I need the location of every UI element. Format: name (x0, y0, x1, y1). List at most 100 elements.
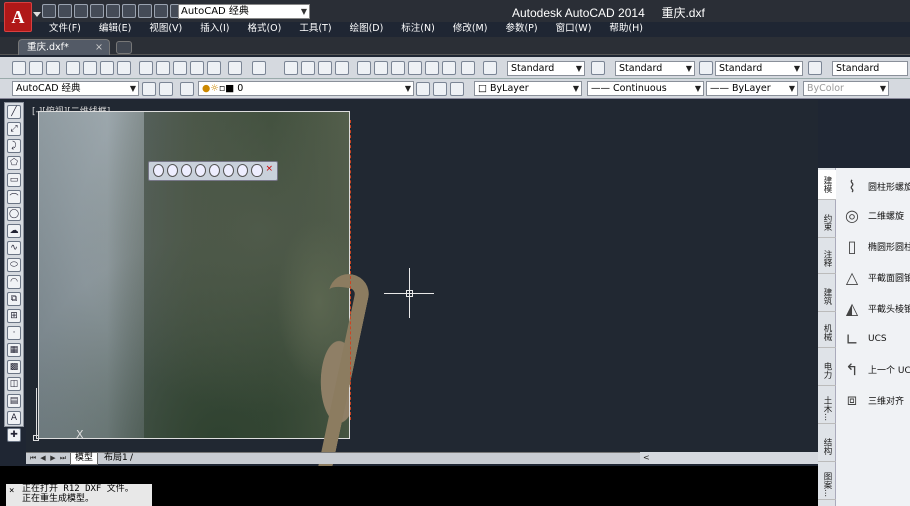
ellipse-icon[interactable]: ⬭ (7, 258, 21, 272)
walk-icon[interactable] (237, 164, 249, 177)
ellipse-arc-icon[interactable]: ◠ (7, 275, 21, 289)
lineweight-select[interactable]: —— ByLayer ▼ (706, 81, 798, 96)
properties-icon[interactable] (357, 61, 371, 75)
palette-tab-constraints[interactable]: 约束 (818, 208, 836, 238)
make-current-layer-icon[interactable] (416, 82, 430, 96)
scroll-left-icon[interactable]: < (643, 453, 650, 462)
revision-cloud-icon[interactable]: ☁ (7, 224, 21, 238)
palette-item-helix-cylinder[interactable]: ⌇ 圆柱形螺旋 (842, 175, 910, 197)
table-style-select[interactable]: Standard ▼ (715, 61, 803, 76)
save-icon[interactable] (46, 61, 60, 75)
zoom-previous-icon[interactable] (335, 61, 349, 75)
circle-icon[interactable]: ◯ (7, 207, 21, 221)
prev-layout-icon[interactable]: ◀ (39, 454, 47, 463)
palette-tab-architecture[interactable]: 建筑 (818, 282, 836, 312)
palette-tab-mechanical[interactable]: 机械 (818, 318, 836, 348)
horizontal-scrollbar[interactable]: < (640, 452, 818, 464)
redo-icon[interactable] (252, 61, 266, 75)
rectangle-icon[interactable]: ▭ (7, 173, 21, 187)
match-properties-icon[interactable] (190, 61, 204, 75)
point-icon[interactable]: · (7, 326, 21, 340)
open-icon[interactable] (29, 61, 43, 75)
palette-tab-electrical[interactable]: 电力 (818, 356, 836, 386)
construction-line-icon[interactable]: ⤢ (7, 122, 21, 136)
dim-style-select[interactable]: Standard ▼ (615, 61, 695, 76)
plotstyle-select[interactable]: ByColor ▼ (803, 81, 889, 96)
hatch-icon[interactable]: ▦ (7, 343, 21, 357)
menu-draw[interactable]: 绘图(D) (341, 22, 393, 36)
palette-item-elliptical-cylinder[interactable]: ▯ 椭圆形圆柱 (842, 235, 910, 257)
layer-state-icon[interactable] (450, 82, 464, 96)
command-history[interactable]: × 正在打开 R12 DXF 文件。 正在重生成模型。 (6, 484, 152, 506)
tool-palettes-icon[interactable] (391, 61, 405, 75)
menu-tools[interactable]: 工具(T) (290, 22, 340, 36)
palette-tab-annotation[interactable]: 注释 (818, 244, 836, 274)
gradient-icon[interactable]: ▩ (7, 360, 21, 374)
view-3d-icon[interactable] (153, 164, 165, 177)
design-center-icon[interactable] (374, 61, 388, 75)
save-icon[interactable] (74, 4, 88, 18)
orbit-icon[interactable] (167, 164, 179, 177)
line-icon[interactable]: ╱ (7, 105, 21, 119)
zoom-window-icon[interactable] (318, 61, 332, 75)
app-menu-chevron-icon[interactable] (33, 12, 41, 17)
redo-icon[interactable] (154, 4, 168, 18)
markup-icon[interactable] (425, 61, 439, 75)
menu-edit[interactable]: 编辑(E) (90, 22, 140, 36)
print-icon[interactable] (106, 4, 120, 18)
menu-insert[interactable]: 插入(I) (191, 22, 238, 36)
linetype-select[interactable]: —— Continuous ▼ (587, 81, 704, 96)
undo-dropdown-icon[interactable] (138, 4, 152, 18)
publish-icon[interactable] (100, 61, 114, 75)
new-icon[interactable] (12, 61, 26, 75)
layer-properties-icon[interactable] (180, 82, 194, 96)
menu-parametric[interactable]: 参数(P) (496, 22, 546, 36)
palette-item-3d-align[interactable]: ⧈ 三维对齐 (842, 389, 910, 411)
make-block-icon[interactable]: ⊞ (7, 309, 21, 323)
text-style-select[interactable]: Standard ▼ (507, 61, 585, 76)
insert-block-icon[interactable]: ⧉ (7, 292, 21, 306)
palette-item-ucs[interactable]: ∟ UCS (842, 328, 910, 350)
add-selected-icon[interactable]: ✚ (7, 428, 21, 442)
close-command-icon[interactable]: × (9, 486, 14, 496)
continuous-orbit-icon[interactable] (195, 164, 207, 177)
application-menu-button[interactable]: A (4, 2, 32, 32)
undo-icon[interactable] (228, 61, 242, 75)
spline-icon[interactable]: ∿ (7, 241, 21, 255)
paste-icon[interactable] (173, 61, 187, 75)
open-file-icon[interactable] (58, 4, 72, 18)
multiline-text-icon[interactable]: A (7, 411, 21, 425)
close-tab-icon[interactable]: × (95, 40, 103, 55)
model-tab[interactable]: 模型 (70, 453, 99, 465)
table-style-icon[interactable] (699, 61, 713, 75)
new-tab-button[interactable] (116, 41, 132, 54)
palette-item-2d-spiral[interactable]: ◎ 二维螺旋 (842, 204, 910, 226)
undo-icon[interactable] (122, 4, 136, 18)
copy-icon[interactable] (156, 61, 170, 75)
help-icon[interactable] (461, 61, 475, 75)
layer-select[interactable]: ●☼▫■ 0 ▼ (198, 81, 414, 96)
save-as-icon[interactable] (90, 4, 104, 18)
adjust-distance-icon[interactable] (209, 164, 221, 177)
palette-item-frustum-pyramid[interactable]: ◭ 平截头棱锥 (842, 297, 910, 319)
zoom-realtime-icon[interactable] (301, 61, 315, 75)
document-tab[interactable]: 重庆.dxf* × (18, 39, 110, 55)
free-orbit-icon[interactable] (181, 164, 193, 177)
multileader-style-icon[interactable] (808, 61, 822, 75)
close-toolbar-icon[interactable]: × (266, 164, 274, 177)
menu-view[interactable]: 视图(V) (140, 22, 191, 36)
cut-icon[interactable] (139, 61, 153, 75)
polygon-icon[interactable]: ⬠ (7, 156, 21, 170)
pan-icon[interactable] (284, 61, 298, 75)
sheet-set-icon[interactable] (408, 61, 422, 75)
arc-icon[interactable]: ⌒ (7, 190, 21, 204)
region-icon[interactable]: ◫ (7, 377, 21, 391)
menu-help[interactable]: 帮助(H) (600, 22, 652, 36)
last-layout-icon[interactable]: ⏭ (59, 454, 67, 463)
palette-item-frustum-cone[interactable]: △ 平截面圆锥 (842, 266, 910, 288)
3d-print-icon[interactable] (117, 61, 131, 75)
workspace-select[interactable]: AutoCAD 经典 ▼ (178, 4, 310, 19)
fly-icon[interactable] (251, 164, 263, 177)
layer-previous-icon[interactable] (433, 82, 447, 96)
menu-file[interactable]: 文件(F) (40, 22, 90, 36)
